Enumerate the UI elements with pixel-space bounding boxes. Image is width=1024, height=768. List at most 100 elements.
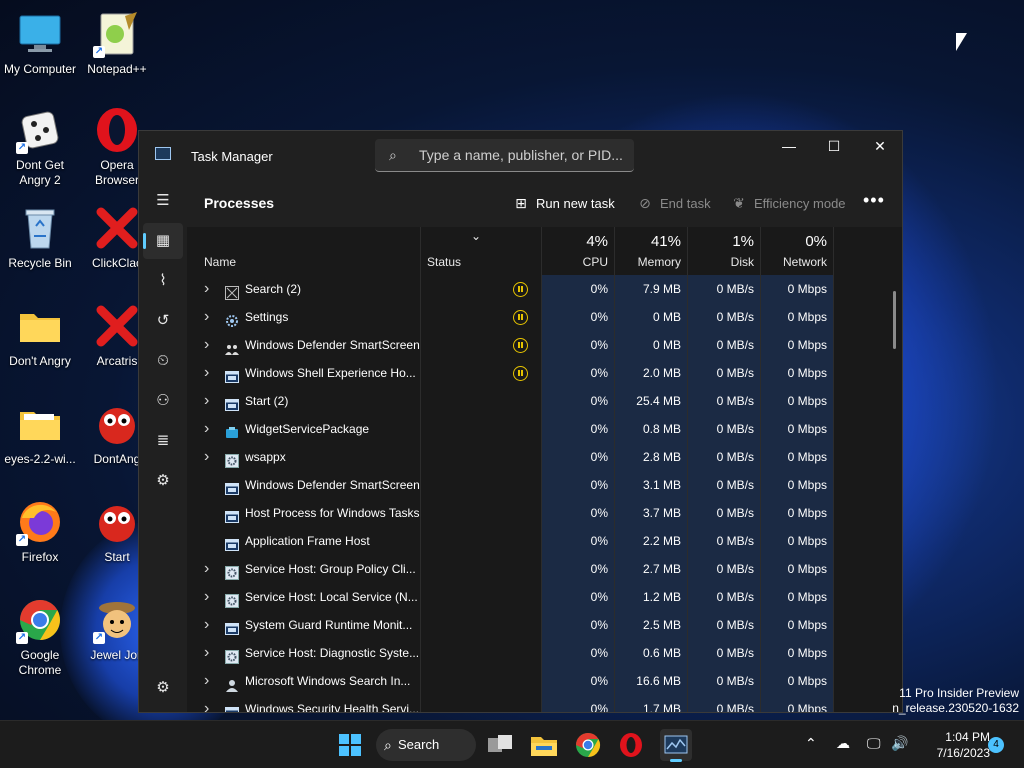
- process-name-cell: › Windows Defender SmartScreen: [187, 331, 420, 359]
- column-header-name[interactable]: Name: [187, 227, 420, 275]
- desktop-icon-my-computer[interactable]: My Computer: [0, 10, 80, 77]
- efficiency-mode-button[interactable]: ❦ Efficiency mode: [730, 192, 845, 214]
- service-gear-icon: [225, 590, 239, 608]
- details-icon[interactable]: ≣: [143, 423, 183, 459]
- process-disk-cell: 0 MB/s: [688, 499, 760, 527]
- expand-chevron-icon[interactable]: ›: [204, 667, 216, 695]
- end-task-icon: ⊘: [639, 195, 651, 211]
- expand-chevron-icon[interactable]: ›: [204, 695, 216, 712]
- table-row[interactable]: Windows Defender SmartScreen 0% 3.1 MB 0 MB…: [187, 471, 902, 499]
- title-bar[interactable]: Task Manager ⌕ — ☐ ✕: [139, 131, 902, 179]
- expand-chevron-icon[interactable]: ›: [204, 583, 216, 611]
- expand-chevron-icon[interactable]: ›: [204, 359, 216, 387]
- minimize-button[interactable]: —: [766, 131, 812, 161]
- expand-chevron-icon[interactable]: ›: [204, 555, 216, 583]
- users-icon[interactable]: ⚇: [143, 383, 183, 419]
- table-row[interactable]: › Windows Shell Experience Ho... 0% 2.0 MB 0…: [187, 359, 902, 387]
- taskbar-search-button[interactable]: ⌕ Search: [376, 729, 476, 761]
- expand-chevron-icon[interactable]: ›: [204, 415, 216, 443]
- expand-chevron-icon[interactable]: ›: [204, 387, 216, 415]
- process-disk-cell: 0 MB/s: [688, 583, 760, 611]
- process-memory-cell: 0 MB: [615, 303, 687, 331]
- expand-chevron-icon[interactable]: ›: [204, 303, 216, 331]
- column-header-cpu[interactable]: 4% CPU: [542, 227, 614, 275]
- desktop-icon-dont-angry[interactable]: Don't Angry: [0, 302, 80, 369]
- table-row[interactable]: › Search (2) 0% 7.9 MB 0 MB/s 0 Mbps: [187, 275, 902, 303]
- column-header-status[interactable]: ⌄ Status: [421, 227, 541, 275]
- show-hidden-icons-chevron-icon[interactable]: ⌃: [805, 735, 817, 752]
- process-search-box[interactable]: ⌕: [375, 139, 634, 172]
- desktop-icon-firefox[interactable]: ↗ Firefox: [0, 498, 80, 565]
- settings-icon[interactable]: ⚙: [143, 670, 183, 706]
- process-disk-cell: 0 MB/s: [688, 415, 760, 443]
- process-status-cell: [421, 303, 541, 331]
- table-row[interactable]: › WidgetServicePackage 0% 0.8 MB 0 MB/s 0 Mbp…: [187, 415, 902, 443]
- process-search-input[interactable]: [419, 145, 629, 165]
- column-header-network[interactable]: 0% Network: [761, 227, 833, 275]
- shortcut-arrow-icon: ↗: [16, 534, 28, 546]
- process-network-cell: 0 Mbps: [761, 639, 833, 667]
- services-icon[interactable]: ⚙: [143, 463, 183, 499]
- run-new-task-button[interactable]: ⊞ Run new task: [512, 192, 615, 214]
- process-status-cell: [421, 443, 541, 471]
- start-button[interactable]: [334, 729, 366, 761]
- expand-chevron-icon[interactable]: ›: [204, 331, 216, 359]
- table-row[interactable]: › Microsoft Windows Search In... 0% 16.6 MB…: [187, 667, 902, 695]
- close-button[interactable]: ✕: [857, 131, 902, 161]
- table-row[interactable]: › wsappx 0% 2.8 MB 0 MB/s 0 Mbps: [187, 443, 902, 471]
- task-manager-taskbar-button[interactable]: [660, 729, 692, 762]
- more-options-icon[interactable]: •••: [863, 190, 885, 211]
- network-icon[interactable]: 🖵: [867, 735, 881, 752]
- maximize-button[interactable]: ☐: [811, 131, 857, 161]
- process-memory-cell: 2.5 MB: [615, 611, 687, 639]
- performance-icon[interactable]: ⌇: [143, 263, 183, 299]
- table-row[interactable]: › System Guard Runtime Monit... 0% 2.5 MB 0 …: [187, 611, 902, 639]
- taskbar: ⌕ Search ⌃ ☁ 🖵 🔊 1:04 PM 7/16/2023 4: [0, 720, 1024, 768]
- table-row[interactable]: › Service Host: Group Policy Cli... 0% 2.7 …: [187, 555, 902, 583]
- column-label: Disk: [730, 255, 754, 269]
- table-row[interactable]: Application Frame Host 0% 2.2 MB 0 MB/s 0 Mb…: [187, 527, 902, 555]
- opera-taskbar-button[interactable]: [615, 729, 647, 761]
- desktop-icon-dont-get-angry-2[interactable]: ↗ Dont Get Angry 2: [0, 106, 80, 188]
- column-header-memory[interactable]: 41% Memory: [615, 227, 687, 275]
- table-row[interactable]: › Service Host: Diagnostic Syste... 0% 0.6 …: [187, 639, 902, 667]
- scrollbar-thumb[interactable]: [893, 291, 896, 349]
- column-label: Network: [782, 255, 827, 269]
- table-row[interactable]: › Service Host: Local Service (N... 0% 1.2 …: [187, 583, 902, 611]
- file-explorer-button[interactable]: [528, 729, 560, 761]
- processes-icon[interactable]: ▦: [143, 223, 183, 259]
- volume-icon[interactable]: 🔊: [891, 735, 908, 752]
- end-task-button[interactable]: ⊘ End task: [636, 192, 710, 214]
- desktop-icon-eyes[interactable]: eyes-2.2-wi...: [0, 400, 80, 467]
- table-row[interactable]: Host Process for Windows Tasks 0% 3.7 MB 0 …: [187, 499, 902, 527]
- chrome-taskbar-button[interactable]: [572, 729, 604, 761]
- expand-chevron-icon[interactable]: ›: [204, 443, 216, 471]
- system-clock[interactable]: 1:04 PM 7/16/2023: [920, 729, 990, 761]
- process-name-cell: › Service Host: Local Service (N...: [187, 583, 420, 611]
- table-row[interactable]: › Settings 0% 0 MB 0 MB/s 0 Mbps: [187, 303, 902, 331]
- chrome-icon: ↗: [16, 596, 64, 644]
- process-disk-cell: 0 MB/s: [688, 331, 760, 359]
- notification-badge[interactable]: 4: [988, 737, 1004, 753]
- table-row[interactable]: › Start (2) 0% 25.4 MB 0 MB/s 0 Mbps: [187, 387, 902, 415]
- table-row[interactable]: › Windows Defender SmartScreen 0% 0 MB 0 MB/…: [187, 331, 902, 359]
- column-header-disk[interactable]: 1% Disk: [688, 227, 760, 275]
- expand-chevron-icon[interactable]: ›: [204, 275, 216, 303]
- menu-icon[interactable]: ☰: [143, 183, 183, 219]
- expand-chevron-icon[interactable]: ›: [204, 639, 216, 667]
- task-view-button[interactable]: [484, 729, 516, 761]
- startup-apps-icon[interactable]: ⏲: [143, 343, 183, 379]
- table-row[interactable]: › Windows Security Health Servi... 0% 1.7 M…: [187, 695, 902, 712]
- desktop-icon-google-chrome[interactable]: ↗ Google Chrome: [0, 596, 80, 678]
- expand-chevron-icon[interactable]: ›: [204, 611, 216, 639]
- process-disk-cell: 0 MB/s: [688, 471, 760, 499]
- app-history-icon[interactable]: ↺: [143, 303, 183, 339]
- process-name: wsappx: [245, 450, 286, 464]
- desktop-icon-recycle-bin[interactable]: Recycle Bin: [0, 204, 80, 271]
- folder-icon: [531, 737, 557, 756]
- desktop-icon-notepadpp[interactable]: ↗ Notepad++: [77, 10, 157, 77]
- process-network-cell: 0 Mbps: [761, 611, 833, 639]
- process-name: Windows Defender SmartScreen: [245, 478, 420, 492]
- widget-icon: [225, 422, 239, 438]
- onedrive-cloud-icon[interactable]: ☁: [836, 735, 850, 752]
